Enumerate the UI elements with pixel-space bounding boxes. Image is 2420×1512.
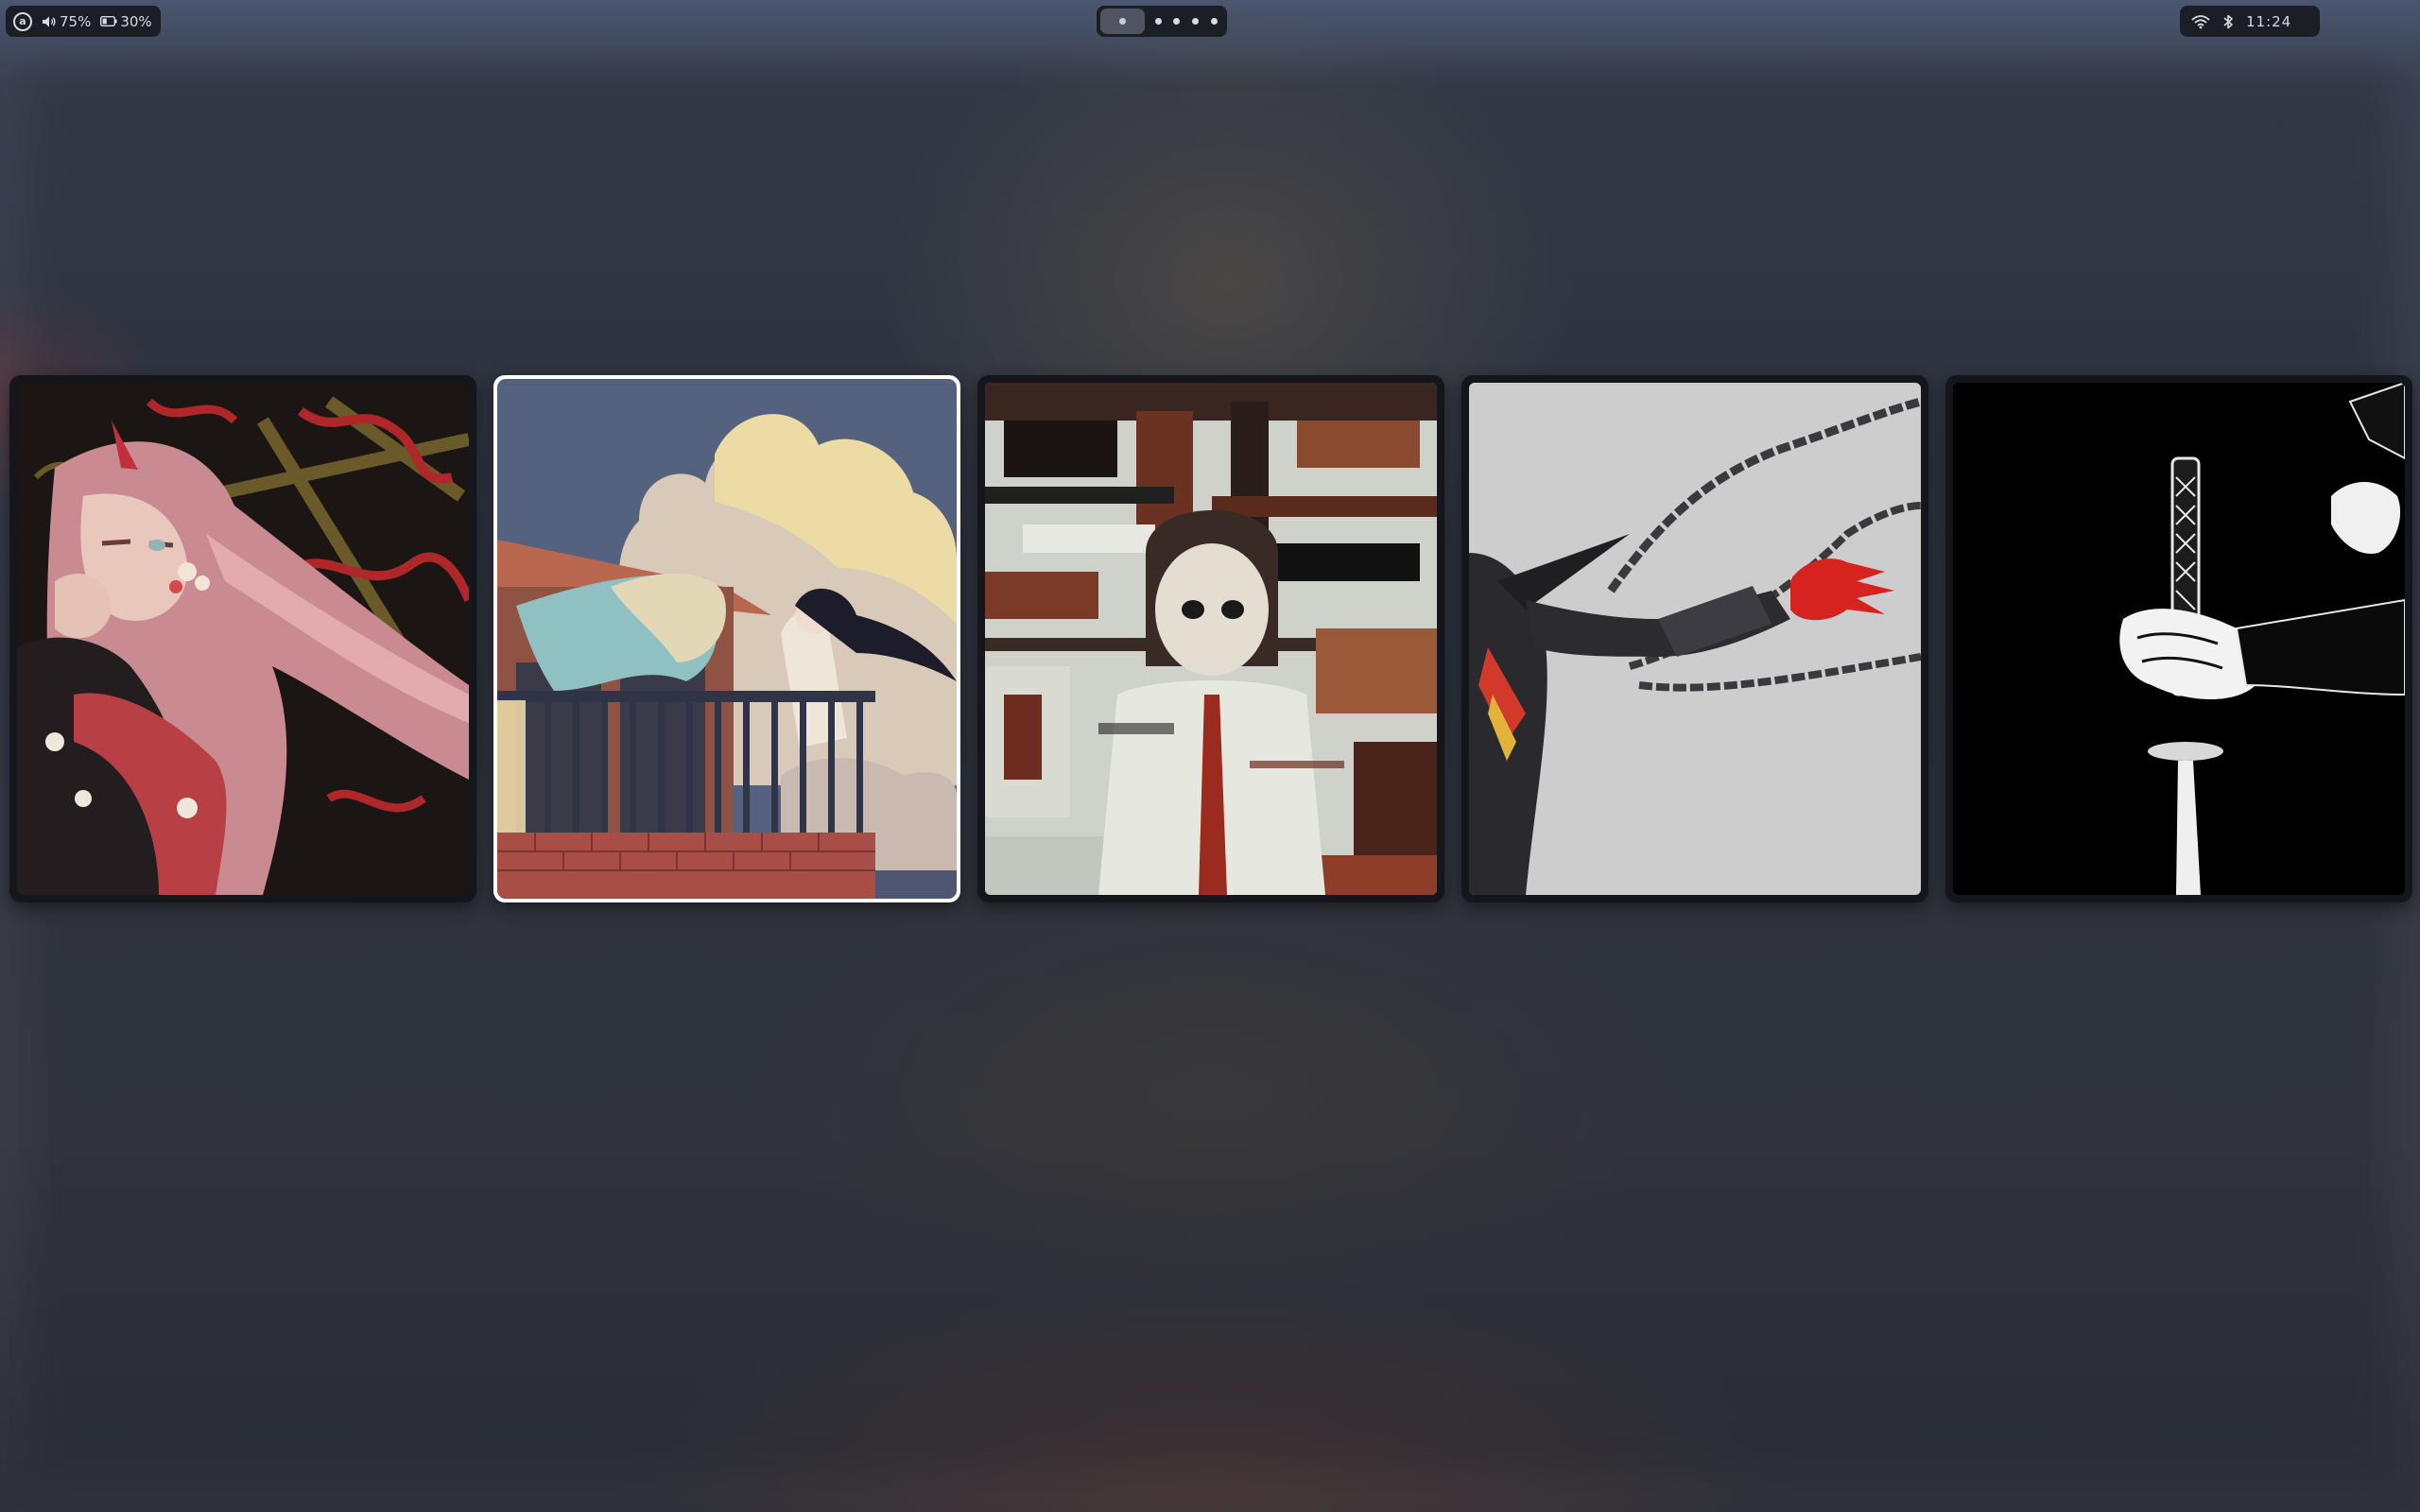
wallpaper-thumbnail-katana-hand <box>1953 383 2405 895</box>
workspace-dot <box>1173 18 1181 25</box>
wallpaper-picker <box>0 375 2420 904</box>
workspace-3-button[interactable] <box>1167 9 1186 33</box>
wallpaper-card[interactable] <box>977 375 1444 902</box>
topbar-left-module: a 75% 30% <box>6 6 161 37</box>
workspace-switcher <box>1097 6 1227 37</box>
workspace-dot <box>1119 18 1127 25</box>
workspace-1-button[interactable] <box>1100 9 1146 34</box>
wallpaper-card-selected[interactable] <box>493 375 960 902</box>
volume-icon <box>43 16 56 26</box>
wallpaper-thumbnail-glitch-art <box>985 383 1437 895</box>
clock[interactable]: 11:24 <box>2246 13 2291 30</box>
wallpaper-thumbnail-balcony-girl <box>497 379 957 899</box>
wifi-icon[interactable] <box>2191 14 2210 29</box>
battery-indicator[interactable]: 30% <box>100 12 152 30</box>
workspace-dot <box>1210 18 1218 25</box>
volume-label: 75% <box>60 12 92 30</box>
wallpaper-card[interactable] <box>9 375 476 902</box>
wallpaper-thumbnail-mecha-arm <box>1469 383 1921 895</box>
arch-icon[interactable]: a <box>13 11 32 31</box>
workspace-dot <box>1154 18 1162 25</box>
workspace-2-button[interactable] <box>1149 9 1167 33</box>
bluetooth-icon[interactable] <box>2221 13 2235 30</box>
wallpaper-thumbnail-oni-girl <box>17 383 469 895</box>
wallpaper-card[interactable] <box>1945 375 2412 902</box>
topbar-right-module: 11:24 <box>2180 6 2320 37</box>
battery-icon <box>100 16 117 26</box>
wallpaper-card[interactable] <box>1461 375 1928 902</box>
workspace-4-button[interactable] <box>1186 9 1205 33</box>
battery-label: 30% <box>120 12 152 30</box>
workspace-5-button[interactable] <box>1204 9 1223 33</box>
workspace-dot <box>1191 18 1199 25</box>
volume-indicator[interactable]: 75% <box>42 13 91 30</box>
